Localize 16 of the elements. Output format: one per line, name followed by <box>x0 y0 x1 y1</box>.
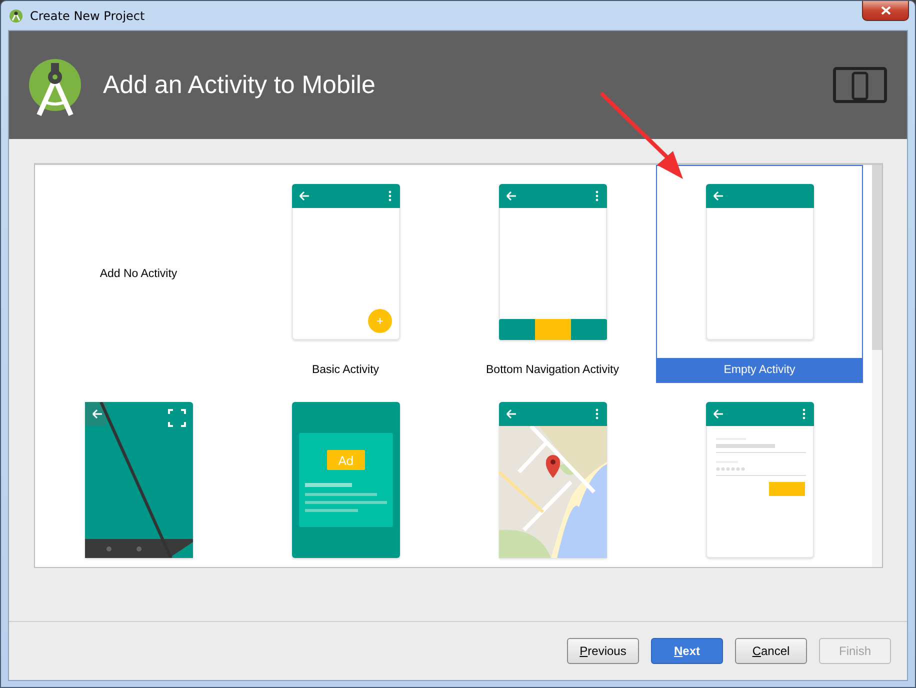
dialog-button[interactable]: Previous <box>567 638 639 664</box>
android-icon <box>9 8 23 22</box>
activity-tile[interactable]: Bottom Navigation Activity <box>449 165 656 383</box>
activity-tile[interactable]: Add No Activity <box>35 165 242 383</box>
tablet-phone-icon <box>833 67 887 103</box>
header-title: Add an Activity to Mobile <box>103 70 376 100</box>
activity-tile[interactable]: Basic Activity <box>242 165 449 383</box>
scrollbar[interactable] <box>872 165 882 567</box>
close-button[interactable] <box>862 1 909 21</box>
window-title: Create New Project <box>30 8 145 22</box>
android-studio-logo-icon <box>27 57 83 119</box>
close-icon <box>880 6 890 15</box>
ad-label: Ad <box>338 454 354 468</box>
dialog-button[interactable]: Next <box>651 638 723 664</box>
activity-tile[interactable]: Empty Activity <box>656 165 863 383</box>
dialog-button[interactable]: Cancel <box>735 638 807 664</box>
